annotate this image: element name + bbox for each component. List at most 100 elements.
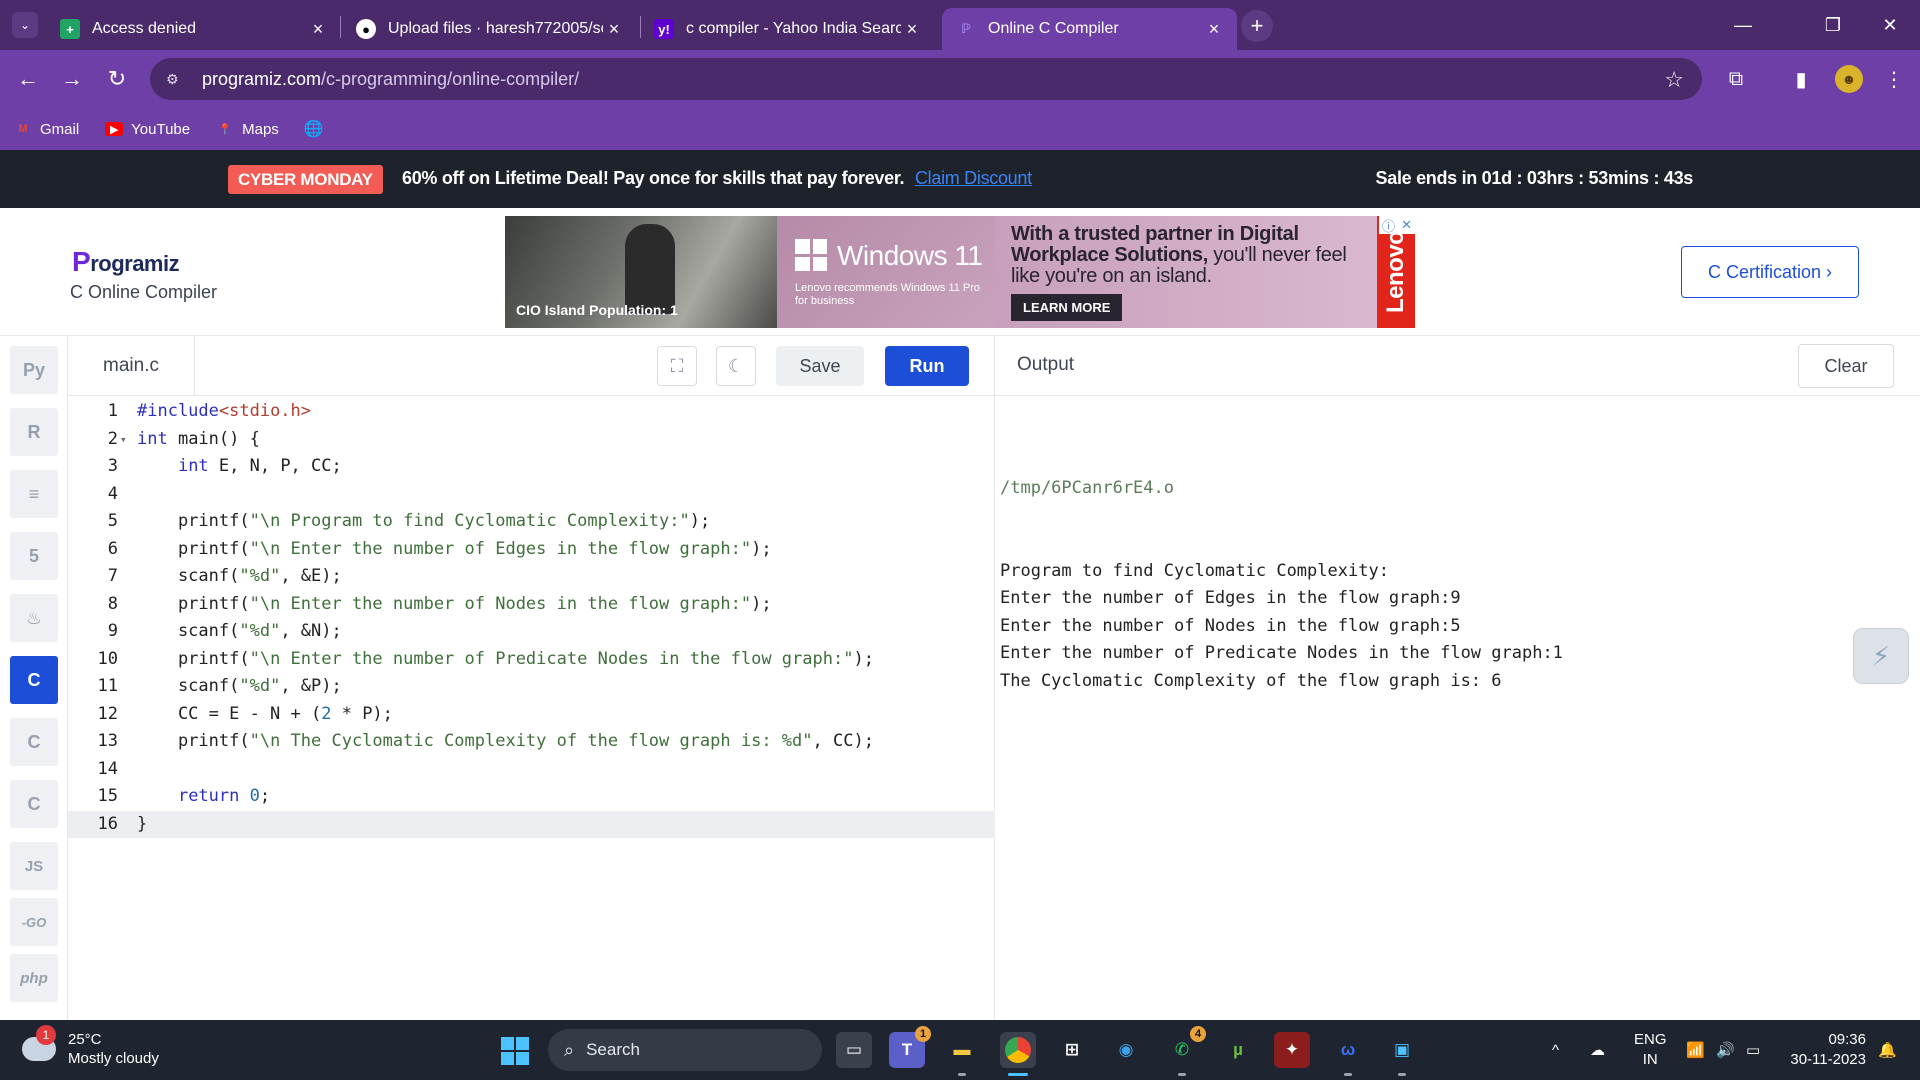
bookmark-maps[interactable]: 📍 Maps — [216, 121, 279, 138]
code-line[interactable]: 10 printf("\n Enter the number of Predic… — [68, 646, 995, 674]
close-icon[interactable]: × — [901, 19, 923, 40]
code-line[interactable]: 2 ▾ int main() { — [68, 426, 995, 454]
close-window-button[interactable]: ✕ — [1860, 0, 1920, 50]
game-icon[interactable]: ✦ — [1274, 1032, 1310, 1068]
html-icon[interactable]: 5 — [10, 532, 58, 580]
back-arrow-icon[interactable]: ← — [12, 63, 44, 95]
c-icon[interactable]: C — [10, 656, 58, 704]
system-clock[interactable]: 09:36 30-11-2023 — [1786, 1030, 1866, 1070]
run-button[interactable]: Run — [885, 346, 969, 386]
wifi-icon[interactable]: 📶 — [1686, 1020, 1705, 1080]
ad-info-icon[interactable]: ⓘ — [1382, 216, 1395, 235]
task-view-icon[interactable]: ▭ — [836, 1032, 872, 1068]
advertisement-banner[interactable]: CIO Island Population: 1 Windows 11 Leno… — [505, 216, 1415, 328]
tab-online-c-compiler[interactable]: ℙ Online C Compiler × — [942, 8, 1237, 50]
code-line[interactable]: 13 printf("\n The Cyclomatic Complexity … — [68, 728, 995, 756]
notifications-icon[interactable]: 🔔 — [1878, 1020, 1897, 1080]
tab-upload-files[interactable]: ● Upload files · haresh772005/sof × — [342, 8, 637, 50]
tab-yahoo-search[interactable]: y! c compiler - Yahoo India Search × — [640, 8, 935, 50]
csharp-icon[interactable]: C — [10, 780, 58, 828]
file-explorer-icon[interactable]: ▬ — [944, 1032, 980, 1076]
edge-icon[interactable]: ◉ — [1108, 1032, 1144, 1068]
whatsapp-icon[interactable]: ✆ 4 — [1164, 1026, 1206, 1076]
volume-icon[interactable]: 🔊 — [1716, 1020, 1735, 1080]
tab-search-button[interactable]: ⌄ — [12, 12, 38, 38]
fold-arrow-icon[interactable]: ▾ — [120, 426, 127, 454]
output-console[interactable]: /tmp/6PCanr6rE4.o Program to find Cyclom… — [1000, 420, 1563, 695]
go-icon[interactable]: -GO — [10, 898, 58, 946]
code-line[interactable]: 14 — [68, 756, 995, 784]
utorrent-icon[interactable]: µ — [1220, 1032, 1256, 1068]
address-bar[interactable]: ⚙ programiz.com/c-programming/online-com… — [150, 58, 1702, 100]
weather-widget[interactable]: 1 25°C Mostly cloudy — [22, 1025, 159, 1068]
code-area[interactable]: 1 #include<stdio.h> 2 ▾ int main() {3 int E,… — [68, 396, 995, 1020]
code-line[interactable]: 5 printf("\n Program to find Cyclomatic … — [68, 508, 995, 536]
windows-start-icon[interactable] — [501, 1037, 529, 1065]
close-icon[interactable]: × — [1203, 19, 1225, 40]
r-icon[interactable]: R — [10, 408, 58, 456]
tab-title: c compiler - Yahoo India Search — [686, 20, 901, 37]
clear-button[interactable]: Clear — [1798, 344, 1894, 388]
save-button[interactable]: Save — [776, 346, 864, 386]
java-icon[interactable]: ♨ — [10, 594, 58, 642]
code-line[interactable]: 16} — [68, 810, 995, 838]
restore-button[interactable]: ❐ — [1803, 0, 1863, 50]
python-icon[interactable]: Py — [10, 346, 58, 394]
chrome-icon[interactable] — [1000, 1032, 1036, 1076]
fullscreen-icon[interactable]: ⛶ — [657, 346, 697, 386]
site-info-icon[interactable]: ⚙ — [166, 71, 188, 88]
bookmark-gmail[interactable]: M Gmail — [14, 121, 79, 138]
side-panel-icon[interactable]: ▮ — [1787, 65, 1815, 93]
floating-assist-icon[interactable]: ⚡ — [1853, 628, 1909, 684]
reload-icon[interactable]: ↻ — [101, 63, 133, 95]
code-line[interactable]: 15 return 0; — [68, 783, 995, 811]
ad-learn-more-button[interactable]: LEARN MORE — [1011, 294, 1123, 321]
javascript-icon[interactable]: JS — [10, 842, 58, 890]
bookmark-youtube[interactable]: ▶ YouTube — [105, 121, 190, 138]
battery-icon[interactable]: ▭ — [1746, 1020, 1760, 1080]
cpp-icon[interactable]: C — [10, 718, 58, 766]
microsoft-store-icon[interactable]: ⊞ — [1054, 1032, 1090, 1068]
code-line[interactable]: 8 printf("\n Enter the number of Nodes i… — [68, 591, 995, 619]
line-number: 10 — [97, 648, 118, 669]
profile-avatar[interactable]: ☻ — [1835, 65, 1863, 93]
file-tab[interactable]: main.c — [68, 336, 195, 396]
code-line[interactable]: 1 #include<stdio.h> — [68, 398, 995, 426]
code-line[interactable]: 7 scanf("%d", &E); — [68, 563, 995, 591]
dark-mode-icon[interactable]: ☾ — [716, 346, 756, 386]
window-app-icon[interactable]: ▣ — [1384, 1032, 1420, 1076]
onedrive-icon[interactable]: ☁ — [1590, 1020, 1605, 1080]
php-icon[interactable]: php — [10, 954, 58, 1002]
extensions-icon[interactable]: ⧉ — [1722, 65, 1750, 93]
ad-choices[interactable]: ⓘ ✕ — [1379, 216, 1415, 234]
certification-button[interactable]: C Certification › — [1681, 246, 1859, 298]
new-tab-button[interactable]: + — [1241, 10, 1273, 42]
webex-icon[interactable]: ω — [1330, 1032, 1366, 1076]
taskbar-search[interactable]: ⌕ Search — [548, 1029, 822, 1071]
code-line[interactable]: 6 printf("\n Enter the number of Edges i… — [68, 536, 995, 564]
close-icon[interactable]: × — [307, 19, 329, 40]
code-line[interactable]: 4 — [68, 481, 995, 509]
teams-icon[interactable]: T1 — [889, 1026, 931, 1068]
minimize-button[interactable]: — — [1713, 0, 1773, 50]
code-line[interactable]: 3 int E, N, P, CC; — [68, 453, 995, 481]
forward-arrow-icon[interactable]: → — [56, 63, 88, 95]
close-icon[interactable]: × — [603, 19, 625, 40]
show-hidden-icons-chevron-icon[interactable]: ^ — [1552, 1020, 1559, 1080]
language-indicator[interactable]: ENG IN — [1634, 1030, 1667, 1070]
code-line[interactable]: 12 CC = E - N + (2 * P); — [68, 701, 995, 729]
menu-kebab-icon[interactable]: ⋮ — [1880, 65, 1908, 93]
code-text: scanf("%d", &P); — [137, 676, 342, 696]
output-line: Enter the number of Edges in the flow gr… — [1000, 588, 1461, 608]
ad-close-icon[interactable]: ✕ — [1401, 217, 1412, 233]
tab-access-denied[interactable]: + Access denied × — [46, 8, 341, 50]
bookmark-star-icon[interactable]: ☆ — [1664, 67, 1684, 93]
code-line[interactable]: 9 scanf("%d", &N); — [68, 618, 995, 646]
globe-icon: 🌐 — [303, 121, 324, 138]
output-line: Program to find Cyclomatic Complexity: — [1000, 560, 1389, 581]
programiz-logo[interactable]: Programiz — [72, 246, 180, 278]
code-line[interactable]: 11 scanf("%d", &P); — [68, 673, 995, 701]
sql-icon[interactable]: ≡ — [10, 470, 58, 518]
claim-discount-link[interactable]: Claim Discount — [915, 168, 1032, 188]
bookmark-globe[interactable]: 🌐 — [303, 121, 331, 138]
